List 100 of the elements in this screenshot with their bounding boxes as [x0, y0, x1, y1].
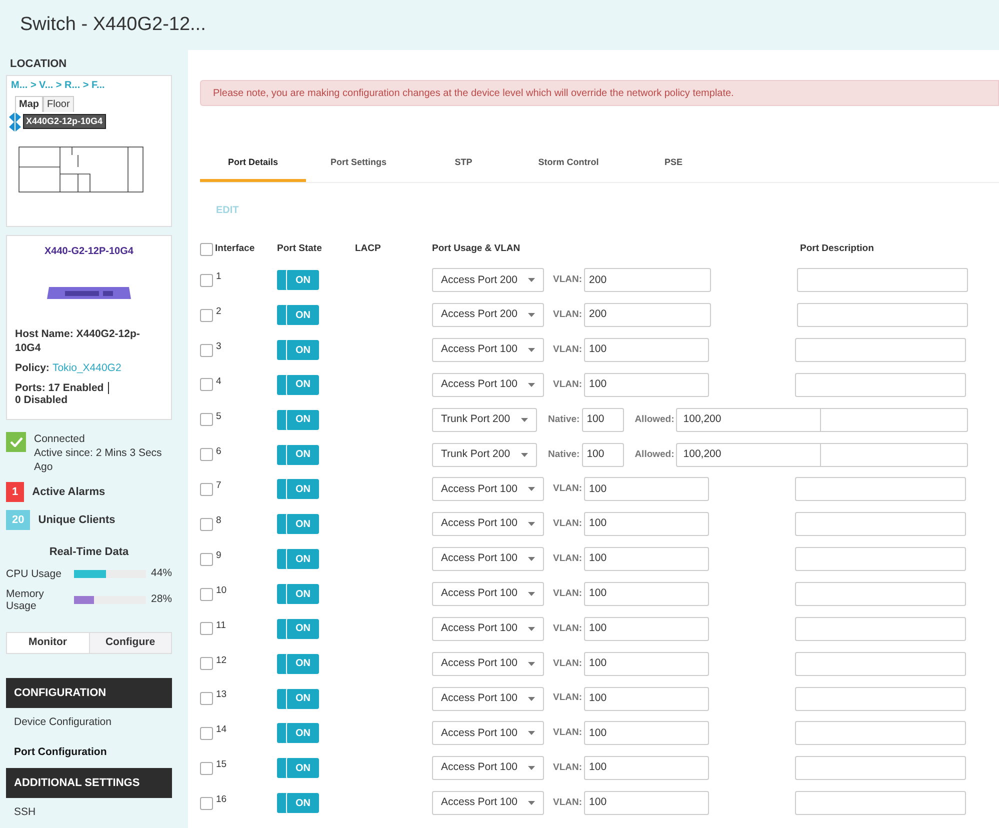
policy-label: Policy:: [15, 360, 50, 376]
checkbox[interactable]: [200, 378, 213, 392]
tab[interactable]: Storm Control: [516, 146, 621, 182]
vlan-field[interactable]: 100: [584, 652, 710, 676]
description-field[interactable]: [795, 791, 966, 816]
description-field[interactable]: [797, 303, 968, 328]
checkbox[interactable]: [200, 796, 213, 810]
realtime-title: Real-Time Data: [48, 544, 130, 560]
tab[interactable]: Port Settings: [306, 146, 411, 182]
vlan-field[interactable]: 100: [584, 582, 710, 606]
vlan-field[interactable]: 100: [584, 686, 710, 711]
checkbox[interactable]: [200, 622, 213, 636]
description-field[interactable]: [795, 721, 966, 746]
checkbox[interactable]: [200, 482, 213, 496]
description-field[interactable]: [795, 652, 966, 676]
usage-dropdown[interactable]: Access Port 100: [432, 652, 544, 676]
checkbox[interactable]: [200, 308, 213, 322]
usage-dropdown[interactable]: Access Port 100: [432, 512, 544, 536]
usage-dropdown[interactable]: Access Port 100: [432, 756, 544, 780]
usage-dropdown[interactable]: Access Port 100: [432, 791, 544, 816]
vlan-field[interactable]: 200: [584, 268, 712, 292]
nav-item[interactable]: Port Configuration: [6, 738, 172, 768]
ports-enabled: Ports: 17 Enabled: [15, 382, 109, 394]
vlan-field[interactable]: 100: [584, 547, 710, 572]
native-field[interactable]: 100: [582, 442, 624, 467]
caret-icon: [528, 382, 535, 387]
usage-dropdown[interactable]: Access Port 100: [432, 721, 544, 746]
tab[interactable]: PSE: [621, 146, 726, 182]
checkbox[interactable]: [200, 726, 213, 740]
interface-number: 2: [216, 305, 222, 320]
checkbox[interactable]: [200, 762, 213, 775]
description-field[interactable]: [795, 338, 966, 362]
allowed-field[interactable]: 100,200: [676, 408, 822, 432]
description-field[interactable]: [795, 477, 966, 502]
device-model: X440-G2-12P-10G4: [44, 244, 134, 259]
allowed-field[interactable]: 100,200: [676, 442, 822, 467]
map-tab[interactable]: Floor: [43, 96, 74, 112]
checkbox[interactable]: [200, 588, 213, 601]
vlan-field[interactable]: 100: [584, 512, 710, 536]
metric-label: CPU Usage: [6, 568, 62, 580]
vlan-field[interactable]: 100: [584, 477, 710, 502]
description-field[interactable]: [795, 616, 966, 641]
nav-item[interactable]: Device Configuration: [6, 708, 172, 738]
checkbox[interactable]: [200, 274, 213, 287]
native-label: Native:: [548, 448, 580, 462]
checkbox[interactable]: [200, 413, 213, 426]
checkbox[interactable]: [200, 242, 213, 256]
vlan-field[interactable]: 100: [584, 338, 710, 362]
interface-number: 1: [216, 270, 222, 284]
vlan-field[interactable]: 200: [584, 303, 712, 328]
usage-dropdown[interactable]: Access Port 200: [432, 303, 544, 328]
checkbox[interactable]: [200, 344, 213, 357]
usage-dropdown[interactable]: Access Port 100: [432, 686, 544, 711]
vlan-label: VLAN:: [553, 308, 582, 322]
interface-number: 16: [216, 792, 227, 807]
checkbox[interactable]: [200, 692, 213, 706]
checkbox[interactable]: [200, 518, 213, 531]
usage-dropdown[interactable]: Access Port 100: [432, 547, 544, 572]
description-field[interactable]: [821, 442, 968, 467]
nav-section-header: CONFIGURATION: [6, 678, 172, 708]
checkbox[interactable]: [200, 657, 213, 670]
usage-dropdown[interactable]: Access Port 100: [432, 582, 544, 606]
usage-dropdown[interactable]: Access Port 100: [432, 616, 544, 641]
description-field[interactable]: [821, 408, 968, 432]
description-field[interactable]: [795, 372, 966, 397]
usage-dropdown[interactable]: Access Port 100: [432, 372, 544, 397]
usage-dropdown[interactable]: Trunk Port 200: [432, 408, 537, 432]
vlan-label: VLAN:: [553, 761, 582, 776]
caret-icon: [521, 418, 528, 422]
map-tab[interactable]: Map: [15, 96, 43, 112]
description-field[interactable]: [795, 512, 966, 536]
tab[interactable]: Port Details: [200, 146, 306, 182]
usage-dropdown[interactable]: Access Port 100: [432, 477, 544, 502]
vlan-field[interactable]: 100: [584, 616, 710, 641]
checkbox[interactable]: [200, 552, 213, 566]
description-field[interactable]: [795, 547, 966, 572]
usage-dropdown[interactable]: Access Port 100: [432, 338, 544, 362]
description-field[interactable]: [795, 756, 966, 780]
view-tab[interactable]: Configure: [88, 633, 171, 653]
usage-dropdown[interactable]: Trunk Port 200: [432, 442, 537, 467]
connected-check-icon: [6, 432, 26, 452]
usage-dropdown[interactable]: Access Port 200: [432, 268, 544, 292]
vlan-label: VLAN:: [553, 726, 582, 740]
native-field[interactable]: 100: [582, 408, 624, 432]
view-tab[interactable]: Monitor: [7, 633, 88, 653]
description-field[interactable]: [795, 686, 966, 711]
metric-reading: 28%: [150, 592, 172, 608]
vlan-field[interactable]: 100: [584, 791, 710, 816]
description-field[interactable]: [795, 582, 966, 606]
tab[interactable]: STP: [411, 146, 516, 182]
interface-number: 8: [216, 514, 222, 528]
vlan-field[interactable]: 100: [584, 721, 710, 746]
vlan-label: VLAN:: [553, 517, 582, 532]
vlan-field[interactable]: 100: [584, 756, 710, 780]
checkbox[interactable]: [200, 448, 213, 462]
interface-number: 3: [216, 340, 222, 354]
caret-icon: [528, 522, 535, 526]
description-field[interactable]: [797, 268, 968, 292]
nav-item[interactable]: SSH: [6, 798, 172, 828]
vlan-field[interactable]: 100: [584, 372, 710, 397]
